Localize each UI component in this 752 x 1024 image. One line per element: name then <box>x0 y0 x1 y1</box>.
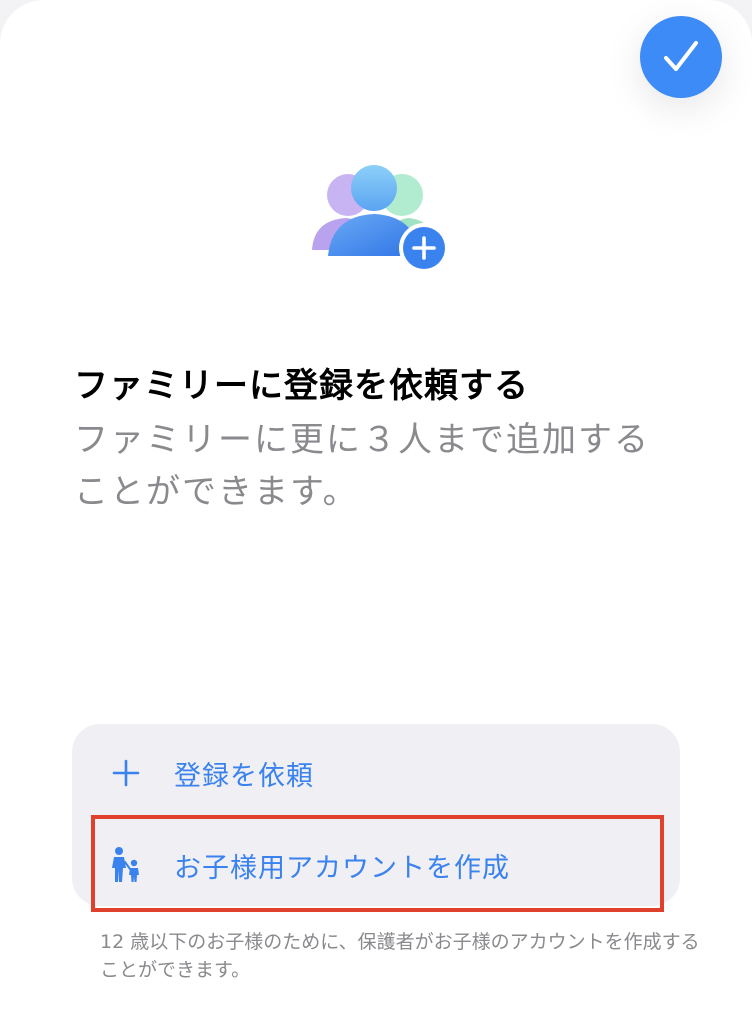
page-subtitle: ファミリーに更に３人まで追加することができます。 <box>74 420 650 512</box>
checkmark-icon <box>664 41 698 71</box>
page-title: ファミリーに登録を依頼する <box>74 366 529 406</box>
family-add-icon <box>312 165 449 273</box>
request-join-button[interactable]: 登録を依頼 <box>72 728 680 818</box>
plus-icon <box>108 753 144 793</box>
footnote: 12 歳以下のお子様のために、保護者がお子様のアカウントを作成することができます… <box>100 931 700 981</box>
request-join-label: 登録を依頼 <box>174 760 314 792</box>
create-child-account-label: お子様用アカウントを作成 <box>174 852 510 884</box>
options-card: 登録を依頼 お子様用アカウントを作成 <box>72 724 680 906</box>
create-child-account-button[interactable]: お子様用アカウントを作成 <box>72 820 680 910</box>
child-account-icon <box>108 845 144 885</box>
done-button[interactable] <box>640 16 722 98</box>
modal-sheet: ファミリーに登録を依頼する ファミリーに更に３人まで追加することができます。 登… <box>0 0 752 1024</box>
